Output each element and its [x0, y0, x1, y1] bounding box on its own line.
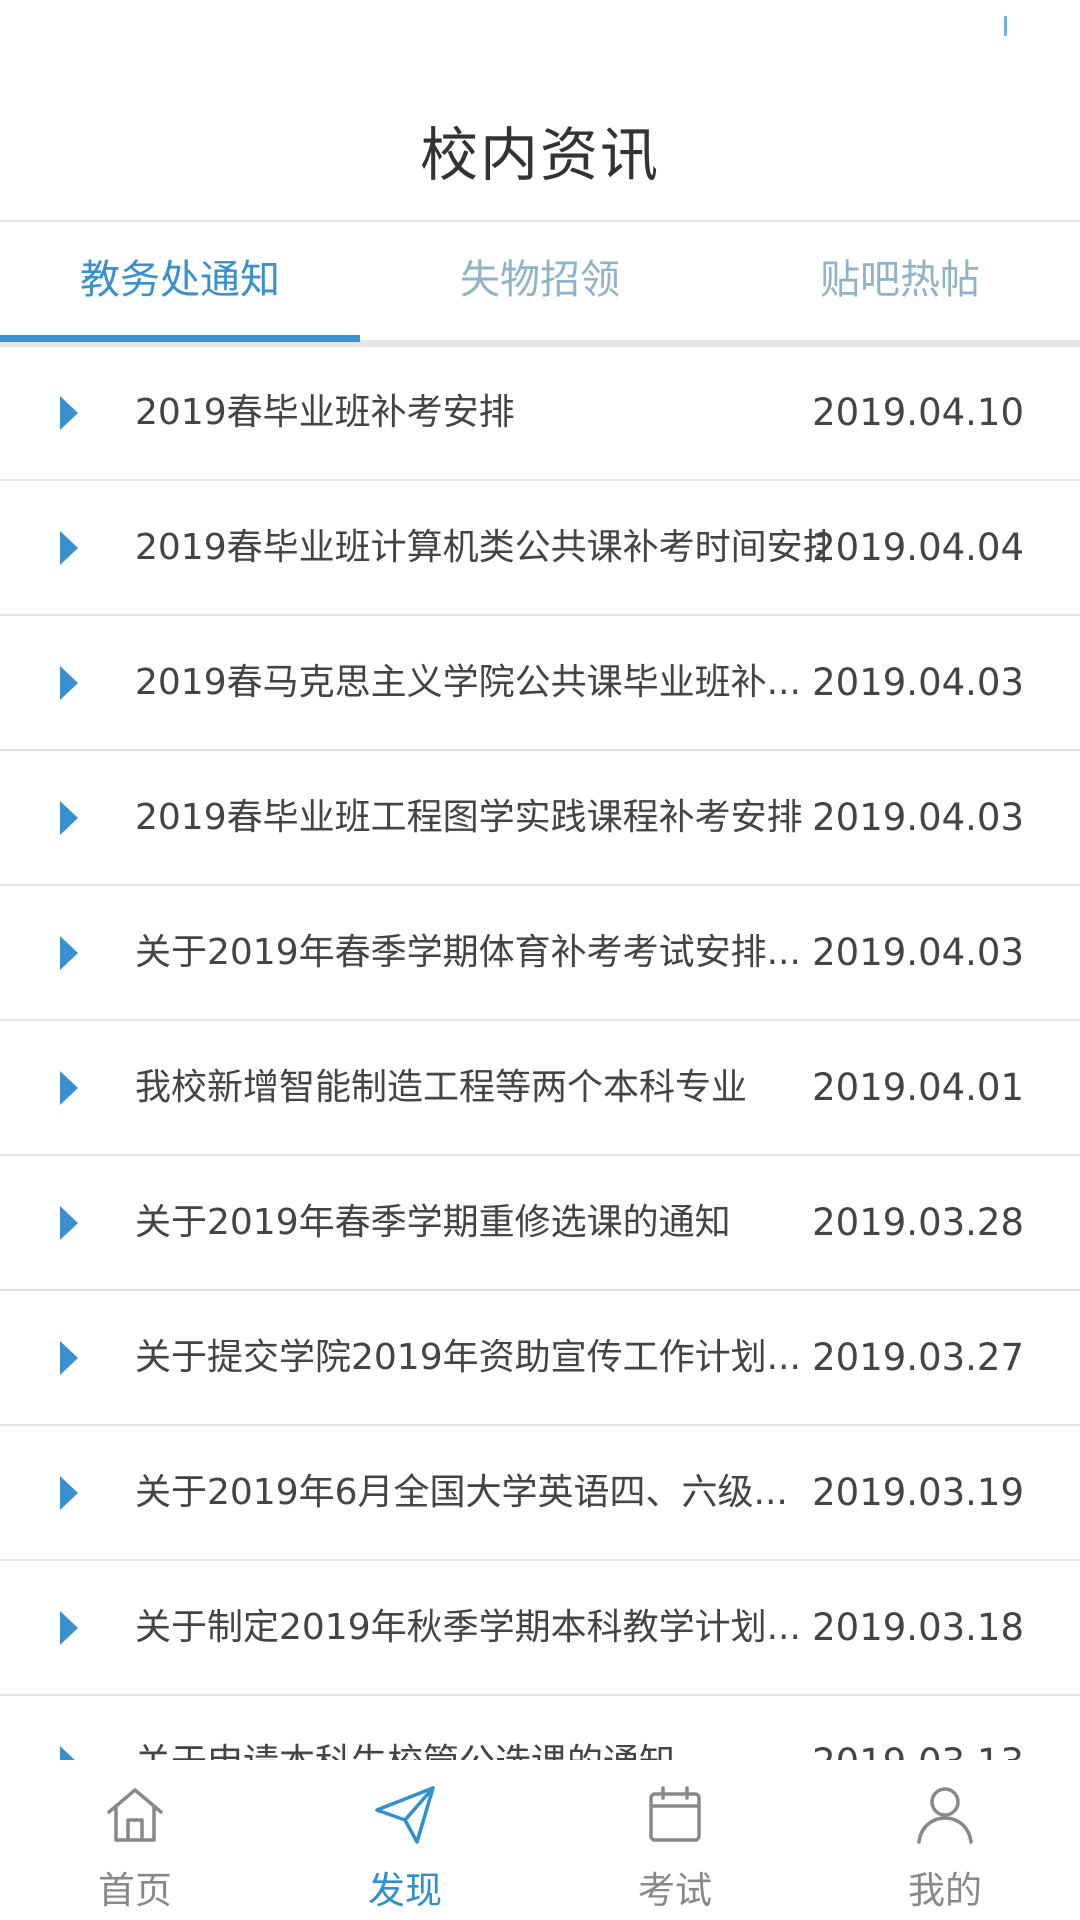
- notice-date: 2019.04.10: [812, 391, 1024, 434]
- play-arrow-icon: [60, 1610, 78, 1645]
- list-item[interactable]: 2019春毕业班补考安排 2019.04.10: [0, 346, 1080, 481]
- list-item[interactable]: 关于2019年春季学期体育补考考试安排... 2019.04.03: [0, 886, 1080, 1021]
- tab-lost-and-found[interactable]: 失物招领: [360, 222, 720, 338]
- notice-date: 2019.04.03: [812, 931, 1024, 974]
- notice-title: 我校新增智能制造工程等两个本科专业: [135, 1067, 748, 1108]
- notice-title: 2019春毕业班补考安排: [135, 392, 515, 433]
- nav-home-label: 首页: [98, 1869, 172, 1912]
- nav-discover-label: 发现: [368, 1869, 442, 1912]
- notice-title: 关于提交学院2019年资助宣传工作计划...: [135, 1337, 801, 1378]
- notice-title: 关于2019年6月全国大学英语四、六级...: [135, 1472, 788, 1513]
- nav-home[interactable]: 首页: [0, 1760, 270, 1920]
- page-header: 校内资讯: [0, 0, 1080, 222]
- play-arrow-icon: [60, 1340, 78, 1375]
- list-item[interactable]: 关于2019年6月全国大学英语四、六级... 2019.03.19: [0, 1426, 1080, 1561]
- play-arrow-icon: [60, 665, 78, 700]
- notice-title: 关于2019年春季学期重修选课的通知: [135, 1202, 731, 1243]
- tab-academic-notices[interactable]: 教务处通知: [0, 222, 360, 338]
- notice-title: 2019春毕业班计算机类公共课补考时间安排: [135, 527, 825, 568]
- notice-title: 2019春马克思主义学院公共课毕业班补...: [135, 662, 801, 703]
- user-icon: [917, 1787, 973, 1844]
- active-tab-indicator: [0, 335, 360, 342]
- play-arrow-icon: [60, 1070, 78, 1105]
- nav-exam-label: 考试: [638, 1869, 712, 1912]
- tab-bar: 教务处通知 失物招领 贴吧热帖: [0, 222, 1080, 347]
- notice-date: 2019.03.18: [812, 1606, 1024, 1649]
- list-item[interactable]: 关于提交学院2019年资助宣传工作计划... 2019.03.27: [0, 1291, 1080, 1426]
- list-item[interactable]: 关于申请本科生校管公选课的通知 2019.03.13: [0, 1696, 1080, 1760]
- play-arrow-icon: [60, 530, 78, 565]
- nav-profile[interactable]: 我的: [810, 1760, 1080, 1920]
- notice-date: 2019.04.03: [812, 796, 1024, 839]
- paper-plane-icon: [375, 1786, 435, 1844]
- list-item[interactable]: 关于制定2019年秋季学期本科教学计划... 2019.03.18: [0, 1561, 1080, 1696]
- calendar-icon: [649, 1786, 701, 1842]
- notice-title: 关于2019年春季学期体育补考考试安排...: [135, 932, 801, 973]
- notice-date: 2019.04.03: [812, 661, 1024, 704]
- play-arrow-icon: [60, 800, 78, 835]
- notice-date: 2019.03.19: [812, 1471, 1024, 1514]
- play-arrow-icon: [60, 395, 78, 430]
- home-icon: [107, 1788, 163, 1842]
- play-arrow-icon: [60, 1745, 78, 1760]
- list-item[interactable]: 关于2019年春季学期重修选课的通知 2019.03.28: [0, 1156, 1080, 1291]
- notice-title: 关于申请本科生校管公选课的通知: [135, 1696, 825, 1760]
- notice-list[interactable]: 2019春毕业班补考安排 2019.04.10 2019春毕业班计算机类公共课补…: [0, 346, 1080, 1760]
- list-item[interactable]: 我校新增智能制造工程等两个本科专业 2019.04.01: [0, 1021, 1080, 1156]
- list-item[interactable]: 2019春马克思主义学院公共课毕业班补... 2019.04.03: [0, 616, 1080, 751]
- page-title: 校内资讯: [419, 121, 660, 189]
- notice-date: 2019.03.27: [812, 1336, 1024, 1379]
- notice-title: 2019春毕业班工程图学实践课程补考安排: [135, 797, 803, 838]
- play-arrow-icon: [60, 1205, 78, 1240]
- bottom-navigation: 首页 发现 考试 我的: [0, 1760, 1080, 1920]
- nav-exam[interactable]: 考试: [540, 1760, 810, 1920]
- nav-discover[interactable]: 发现: [270, 1760, 540, 1920]
- play-arrow-icon: [60, 1475, 78, 1510]
- tab-forum-hot-posts[interactable]: 贴吧热帖: [720, 222, 1080, 338]
- notice-date: 2019.03.13: [812, 1696, 1024, 1760]
- notice-date: 2019.04.04: [812, 526, 1024, 569]
- list-item[interactable]: 2019春毕业班计算机类公共课补考时间安排 2019.04.04: [0, 481, 1080, 616]
- notice-date: 2019.04.01: [812, 1066, 1024, 1109]
- notice-date: 2019.03.28: [812, 1201, 1024, 1244]
- nav-profile-label: 我的: [908, 1869, 982, 1912]
- list-item[interactable]: 2019春毕业班工程图学实践课程补考安排 2019.04.03: [0, 751, 1080, 886]
- notice-title: 关于制定2019年秋季学期本科教学计划...: [135, 1607, 801, 1648]
- play-arrow-icon: [60, 935, 78, 970]
